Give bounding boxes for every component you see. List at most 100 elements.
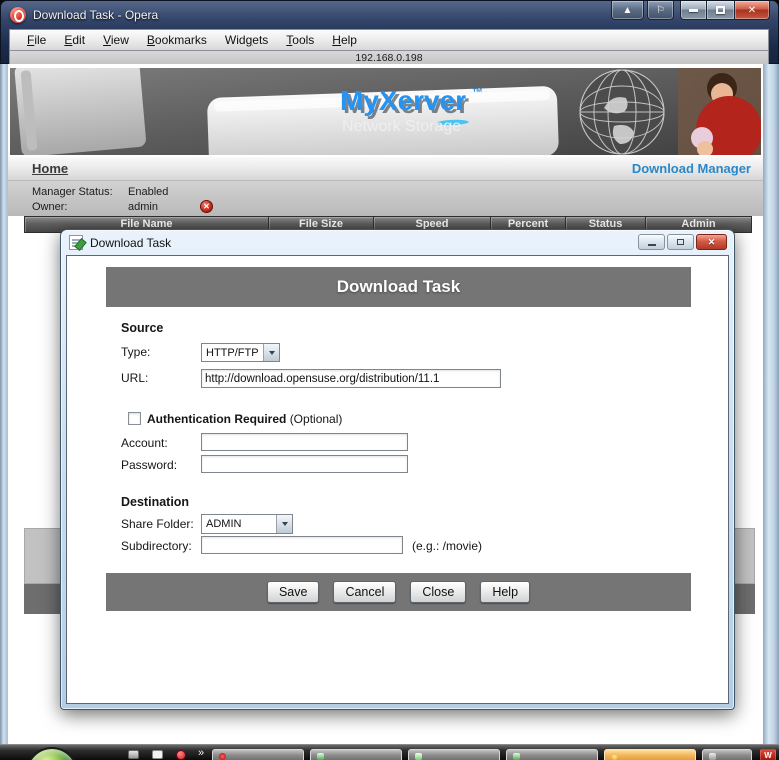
window-controls: ▲ ⚐ ✕	[611, 1, 770, 23]
dialog-minimize-button[interactable]	[638, 234, 665, 250]
share-folder-value: ADMIN	[206, 518, 242, 530]
folder-icon	[611, 753, 618, 760]
desktop: Download Task - Opera ▲ ⚐ ✕ File Edit Vi…	[0, 0, 779, 760]
authentication-label-strong: Authentication Required	[147, 412, 287, 426]
url-input[interactable]	[201, 369, 501, 388]
windows-taskbar: » W	[0, 744, 779, 760]
share-folder-label: Share Folder:	[121, 517, 194, 531]
taskbar-button-active[interactable]	[604, 749, 696, 760]
taskbar-button-3[interactable]	[408, 749, 500, 760]
close-form-button[interactable]: Close	[410, 581, 467, 603]
pin-button[interactable]: ⚐	[647, 1, 674, 20]
menu-bookmarks[interactable]: Bookmarks	[138, 31, 216, 49]
subdirectory-label: Subdirectory:	[121, 539, 192, 553]
maximize-button[interactable]	[707, 1, 734, 20]
photo-woman-child	[678, 68, 761, 155]
password-label: Password:	[121, 458, 178, 472]
app-icon	[317, 753, 324, 760]
brand-text: MyXerver	[340, 85, 466, 116]
minimize-icon	[689, 8, 698, 12]
switch-windows-icon[interactable]	[152, 750, 163, 759]
maximize-icon	[716, 6, 725, 14]
taskbar-button-6[interactable]	[702, 749, 752, 760]
owner-label: Owner:	[32, 200, 68, 213]
word-app-icon[interactable]: W	[760, 749, 776, 760]
url-label: URL:	[121, 371, 149, 385]
disable-manager-icon[interactable]: ✕	[199, 200, 213, 213]
app-icon	[709, 753, 716, 760]
manager-status-row: Manager Status: Enabled	[32, 186, 168, 198]
chevron-down-icon	[263, 344, 279, 361]
app-icon	[513, 753, 520, 760]
authentication-label: Authentication Required (Optional)	[147, 412, 342, 426]
authentication-checkbox[interactable]	[128, 412, 141, 425]
taskbar-button-opera[interactable]	[212, 749, 304, 760]
dialog-titlebar[interactable]: Download Task	[61, 230, 734, 255]
account-input[interactable]	[201, 433, 408, 451]
dialog-close-button[interactable]: ✕	[696, 234, 727, 250]
myxerver-banner: MyXerver MyXerver ™ Network Storage	[10, 68, 761, 155]
opera-icon	[219, 753, 226, 760]
breadcrumb-bar: Home Download Manager	[8, 157, 763, 181]
brand-trademark: ™	[472, 87, 483, 99]
window-titlebar[interactable]: Download Task - Opera ▲ ⚐ ✕	[1, 1, 778, 29]
menu-edit[interactable]: Edit	[55, 31, 94, 49]
manager-status-value: Enabled	[128, 186, 169, 198]
source-heading: Source	[121, 321, 164, 335]
menu-view[interactable]: View	[94, 31, 138, 49]
window-chrome: Download Task - Opera ▲ ⚐ ✕ File Edit Vi…	[0, 0, 779, 65]
panel-toggle-button[interactable]: ▲	[611, 1, 644, 20]
minimize-button[interactable]	[680, 1, 707, 20]
dialog-body: Download Task Source Type: HTTP/FTP URL:…	[66, 255, 729, 704]
owner-value: admin	[128, 200, 158, 213]
window-border-left	[0, 64, 8, 760]
quicklaunch-overflow-chevron[interactable]: »	[198, 747, 204, 759]
menu-widgets[interactable]: Widgets	[216, 31, 277, 49]
status-panel: Manager Status: Enabled Owner: admin ✕	[8, 181, 763, 216]
type-label: Type:	[121, 345, 151, 359]
opera-quicklaunch-icon[interactable]	[176, 750, 186, 760]
windows-start-orb[interactable]	[26, 747, 78, 760]
maximize-icon	[677, 239, 684, 245]
type-select-value: HTTP/FTP	[206, 346, 259, 359]
subdirectory-hint: (e.g.: /movie)	[412, 539, 483, 553]
owner-row: Owner: admin ✕	[32, 200, 213, 213]
menu-bar: File Edit View Bookmarks Widgets Tools H…	[9, 29, 769, 51]
subdirectory-input[interactable]	[201, 536, 403, 554]
menu-tools[interactable]: Tools	[277, 31, 323, 49]
address-bar[interactable]: 192.168.0.198	[9, 51, 769, 65]
share-folder-select[interactable]: ADMIN	[201, 514, 293, 534]
home-link[interactable]: Home	[32, 161, 68, 176]
download-manager-link[interactable]: Download Manager	[632, 161, 751, 176]
download-task-dialog: Download Task ✕ Download Task Source Typ…	[60, 229, 735, 710]
type-select[interactable]: HTTP/FTP	[201, 343, 280, 362]
minimize-icon	[647, 243, 656, 246]
menu-file[interactable]: File	[18, 31, 55, 49]
manager-status-label: Manager Status:	[32, 186, 113, 198]
opera-icon	[10, 7, 26, 23]
close-button[interactable]: ✕	[734, 1, 770, 20]
password-input[interactable]	[201, 455, 408, 473]
authentication-optional-note: (Optional)	[289, 412, 343, 426]
show-desktop-icon[interactable]	[128, 750, 139, 759]
destination-heading: Destination	[121, 495, 190, 509]
button-bar: Save Cancel Close Help	[106, 573, 691, 611]
save-button[interactable]: Save	[266, 581, 320, 603]
nas-device-back	[14, 68, 146, 155]
form-header: Download Task	[106, 267, 691, 307]
window-border-right[interactable]	[763, 64, 779, 760]
help-button[interactable]: Help	[480, 581, 531, 603]
taskbar-button-2[interactable]	[310, 749, 402, 760]
dialog-title: Download Task	[90, 235, 172, 250]
dialog-controls: ✕	[638, 234, 727, 250]
brand-subtitle: Network Storage	[342, 118, 461, 135]
taskbar-button-4[interactable]	[506, 749, 598, 760]
chevron-down-icon	[276, 515, 292, 533]
account-label: Account:	[121, 436, 168, 450]
window-title: Download Task - Opera	[33, 8, 159, 22]
cancel-button[interactable]: Cancel	[333, 581, 397, 603]
document-icon	[69, 235, 83, 250]
app-icon	[415, 753, 422, 760]
dialog-maximize-button[interactable]	[667, 234, 694, 250]
menu-help[interactable]: Help	[323, 31, 366, 49]
